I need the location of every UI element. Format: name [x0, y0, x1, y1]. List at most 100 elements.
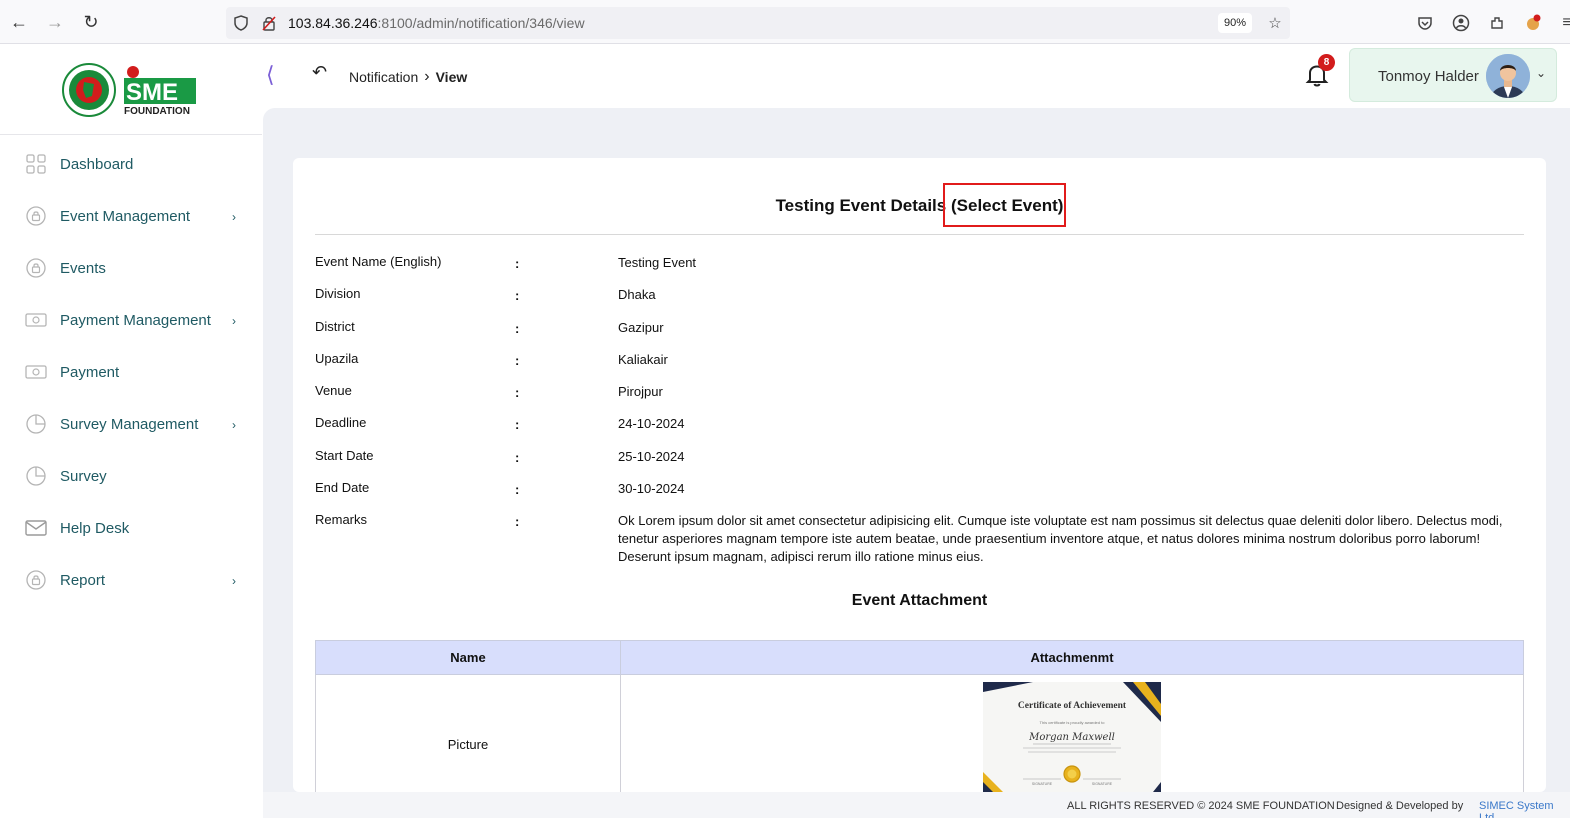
account-icon[interactable] — [1450, 12, 1472, 34]
detail-value: 30-10-2024 — [618, 481, 685, 496]
footer-company-link[interactable]: SIMEC System Ltd — [1479, 800, 1570, 818]
sidebar-item-survey-management[interactable]: Survey Management › — [2, 404, 255, 444]
url-text[interactable]: 103.84.36.246:8100/admin/notification/34… — [288, 15, 585, 31]
breadcrumb-parent[interactable]: Notification — [349, 69, 418, 85]
detail-value: Kaliakair — [618, 352, 668, 367]
sidebar-item-label: Payment — [60, 363, 120, 381]
detail-value: 25-10-2024 — [618, 449, 685, 464]
detail-colon: : — [515, 321, 520, 336]
title-divider — [315, 234, 1524, 235]
app-header — [0, 45, 1570, 107]
detail-value: Dhaka — [618, 287, 656, 302]
detail-label: Division — [315, 286, 361, 301]
sidebar-item-help-desk[interactable]: Help Desk — [2, 508, 255, 548]
detail-value: Ok Lorem ipsum dolor sit amet consectetu… — [618, 513, 1503, 564]
sidebar-item-events[interactable]: Events — [2, 248, 255, 288]
mail-icon — [25, 517, 47, 539]
address-bar[interactable]: 103.84.36.246:8100/admin/notification/34… — [226, 7, 1290, 39]
shield-icon[interactable] — [232, 14, 250, 32]
sidebar-item-label: Survey — [60, 467, 107, 485]
sidebar-item-report[interactable]: Report › — [2, 560, 255, 600]
user-name: Tonmoy Halder — [1378, 68, 1479, 85]
sidebar-item-dashboard[interactable]: Dashboard — [2, 144, 255, 184]
sidebar-item-label: Help Desk — [60, 519, 130, 537]
lock-circle-icon — [25, 257, 47, 279]
detail-value: Testing Event — [618, 255, 697, 270]
sidebar-item-event-management[interactable]: Event Management › — [2, 196, 255, 236]
chevron-down-icon[interactable]: ⌄ — [1536, 66, 1546, 80]
back-icon[interactable]: ↶ — [312, 62, 327, 83]
detail-label: District — [315, 319, 355, 334]
page-title: Testing Event Details (Select Event) — [293, 196, 1546, 216]
certificate-signature-right: SIGNATURE — [1092, 782, 1113, 786]
sidebar-item-payment-management[interactable]: Payment Management › — [2, 300, 255, 340]
detail-label: Upazila — [315, 351, 359, 366]
detail-colon: : — [515, 385, 520, 400]
reload-icon[interactable]: ↻ — [80, 11, 102, 33]
detail-label: Event Name (English) — [315, 254, 442, 269]
attachment-title: Event Attachment — [851, 592, 988, 609]
detail-colon: : — [515, 353, 520, 368]
chevron-right-icon: › — [424, 68, 430, 85]
detail-label: Venue — [315, 383, 352, 398]
logo-text: SME — [126, 79, 178, 106]
zoom-level[interactable]: 90% — [1218, 13, 1253, 33]
insecure-lock-icon[interactable] — [260, 14, 278, 32]
detail-colon: : — [515, 514, 520, 529]
sidebar-collapse-icon[interactable]: ⟨ — [266, 62, 275, 88]
user-menu[interactable]: Tonmoy Halder ⌄ — [1349, 48, 1557, 102]
pie-chart-icon — [25, 465, 47, 487]
sidebar-item-payment[interactable]: Payment — [2, 352, 255, 392]
detail-label: Start Date — [315, 448, 374, 463]
sidebar: Dashboard Event Management › Events Paym… — [2, 142, 255, 780]
menu-icon[interactable]: ≡ — [1556, 12, 1570, 34]
certificate-name: Morgan Maxwell — [1028, 732, 1115, 743]
certificate-signature-left: SIGNATURE — [1032, 782, 1053, 786]
footer-rights: ALL RIGHTS RESERVED © 2024 SME FOUNDATIO… — [1067, 800, 1335, 812]
pocket-icon[interactable] — [1414, 12, 1436, 34]
back-arrow-icon[interactable]: ← — [8, 11, 30, 33]
chevron-right-icon: › — [232, 418, 236, 432]
certificate-thumbnail[interactable]: Certificate of Achievement This certific… — [983, 682, 1161, 792]
detail-label: Remarks — [315, 512, 368, 527]
browser-toolbar: ← → ↻ 103.84.36.246:8100/admin/notificat… — [0, 0, 1570, 44]
detail-colon: : — [515, 450, 520, 465]
certificate-line: This certificate is proudly awarded to — [1040, 720, 1106, 725]
url-host: 103.84.36.246 — [288, 15, 378, 31]
attachment-table: Name Attachmenmt Picture — [315, 640, 1524, 792]
table-header-attachment: Attachmenmt — [620, 640, 1524, 675]
addon-icon[interactable] — [1522, 12, 1544, 34]
chevron-right-icon: › — [232, 314, 236, 328]
sidebar-item-label: Event Management — [60, 207, 191, 225]
sidebar-item-label: Dashboard — [60, 155, 134, 173]
sme-foundation-logo[interactable]: SME FOUNDATION — [62, 62, 202, 118]
footer: ALL RIGHTS RESERVED © 2024 SME FOUNDATIO… — [263, 792, 1570, 818]
money-icon — [25, 309, 47, 331]
table-header-name: Name — [315, 640, 621, 675]
pie-chart-icon — [25, 413, 47, 435]
notification-count-badge: 8 — [1318, 54, 1335, 71]
event-details-card: Testing Event Details (Select Event) Eve… — [293, 158, 1546, 792]
title-prefix: Testing Event Details — [775, 196, 947, 215]
detail-colon: : — [515, 482, 520, 497]
detail-colon: : — [515, 417, 520, 432]
forward-arrow-icon[interactable]: → — [44, 11, 66, 33]
chevron-right-icon: › — [232, 574, 236, 588]
detail-colon: : — [515, 256, 520, 271]
url-path: :8100/admin/notification/346/view — [377, 15, 585, 31]
sidebar-item-label: Survey Management — [60, 415, 199, 433]
sidebar-item-label: Events — [60, 259, 106, 277]
sidebar-item-survey[interactable]: Survey — [2, 456, 255, 496]
detail-colon: : — [515, 288, 520, 303]
attachment-name-cell: Picture — [315, 674, 621, 792]
extensions-icon[interactable] — [1486, 12, 1508, 34]
star-icon[interactable]: ☆ — [1266, 14, 1284, 32]
sidebar-item-label: Payment Management — [60, 311, 211, 329]
money-icon — [25, 361, 47, 383]
breadcrumb: Notification › View — [349, 68, 467, 86]
highlight-annotation-box — [943, 183, 1066, 227]
detail-label: End Date — [315, 480, 370, 495]
sidebar-divider — [0, 134, 262, 135]
chevron-right-icon: › — [232, 210, 236, 224]
certificate-title: Certificate of Achievement — [1018, 701, 1127, 711]
